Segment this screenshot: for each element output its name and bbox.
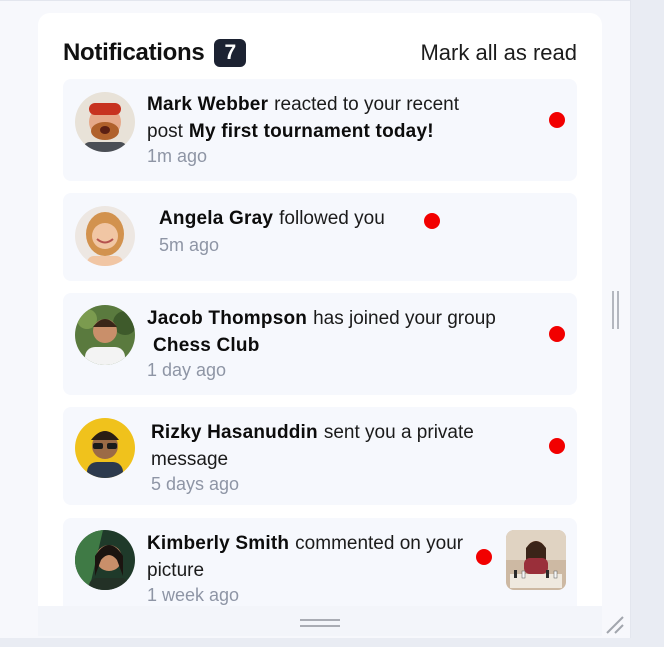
chess-photo-icon bbox=[506, 530, 566, 590]
user-name-link[interactable]: Jacob Thompson bbox=[147, 308, 307, 329]
avatar-mark-webber-icon bbox=[75, 92, 135, 152]
notification-text: Kimberly Smith commented on your picture … bbox=[147, 530, 467, 606]
notification-card[interactable]: Jacob Thompson has joined your group Chess… bbox=[63, 293, 577, 395]
notification-action: has joined your group bbox=[313, 308, 496, 329]
notifications-header: Notifications 7 Mark all as read bbox=[63, 37, 577, 69]
user-name-link[interactable]: Kimberly Smith bbox=[147, 533, 289, 554]
unread-dot-icon bbox=[549, 438, 565, 454]
unread-count-badge: 7 bbox=[214, 39, 247, 67]
unread-dot-icon bbox=[476, 549, 492, 565]
avatar[interactable] bbox=[75, 206, 135, 266]
timestamp: 1m ago bbox=[147, 146, 208, 166]
avatar[interactable] bbox=[75, 530, 135, 590]
drag-handle-icon[interactable] bbox=[300, 619, 340, 627]
timestamp: 1 day ago bbox=[147, 360, 227, 380]
avatar-jacob-thompson-icon bbox=[75, 305, 135, 365]
avatar-kimberly-smith-icon bbox=[75, 530, 135, 590]
notification-text: Rizky Hasanuddin sent you a private messa… bbox=[151, 419, 531, 495]
avatar-rizky-hasanuddin-icon bbox=[75, 418, 135, 478]
notification-text: Jacob Thompson has joined your group Chess… bbox=[147, 305, 547, 381]
avatar-angela-gray-icon bbox=[75, 206, 135, 266]
commented-picture-thumbnail[interactable] bbox=[506, 530, 566, 590]
notification-text: Mark Webber reacted to your recent post My… bbox=[147, 91, 507, 167]
unread-dot-icon bbox=[549, 112, 565, 128]
group-link[interactable]: Chess Club bbox=[153, 335, 260, 356]
timestamp: 5 days ago bbox=[151, 474, 240, 494]
user-name-link[interactable]: Mark Webber bbox=[147, 94, 268, 115]
notifications-panel: Notifications 7 Mark all as read Mark We… bbox=[38, 13, 602, 633]
user-name-link[interactable]: Rizky Hasanuddin bbox=[151, 422, 318, 443]
avatar[interactable] bbox=[75, 418, 135, 478]
notification-card[interactable]: Mark Webber reacted to your recent post My… bbox=[63, 79, 577, 181]
avatar[interactable] bbox=[75, 305, 135, 365]
resize-handle-icon[interactable] bbox=[604, 614, 626, 636]
post-link[interactable]: My first tournament today! bbox=[189, 121, 434, 142]
notification-card[interactable]: Angela Gray followed you 5m ago bbox=[63, 193, 577, 281]
notification-card[interactable]: Rizky Hasanuddin sent you a private messa… bbox=[63, 407, 577, 505]
user-name-link[interactable]: Angela Gray bbox=[159, 208, 273, 229]
avatar[interactable] bbox=[75, 92, 135, 152]
unread-dot-icon bbox=[549, 326, 565, 342]
notification-action: followed you bbox=[279, 208, 385, 229]
vertical-scrollbar-grip[interactable] bbox=[612, 291, 619, 329]
mark-all-as-read-button[interactable]: Mark all as read bbox=[420, 40, 577, 66]
page-title: Notifications bbox=[63, 39, 205, 66]
unread-dot-icon bbox=[424, 213, 440, 229]
title-group: Notifications 7 bbox=[63, 39, 247, 67]
timestamp: 1 week ago bbox=[147, 585, 240, 605]
timestamp: 5m ago bbox=[159, 235, 220, 255]
